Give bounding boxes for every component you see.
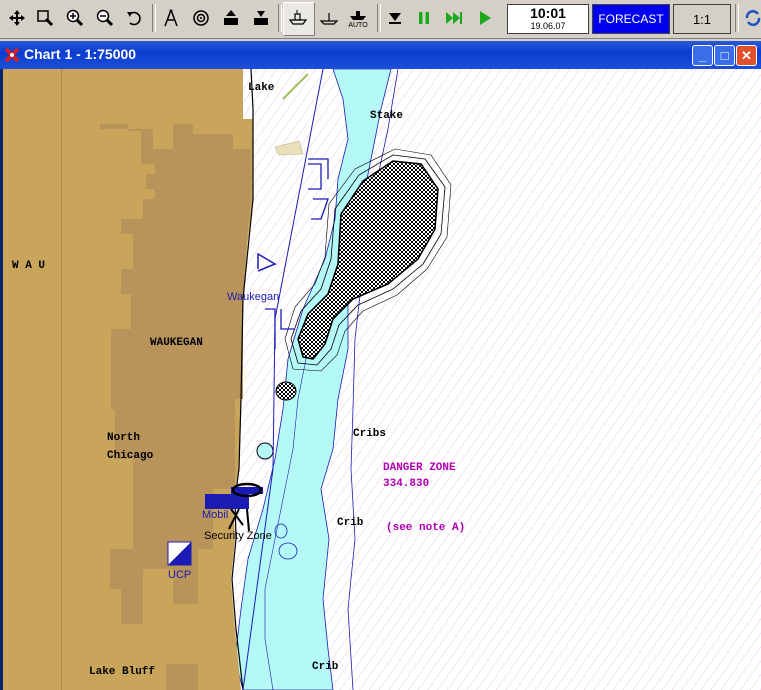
ship-mode-2-icon[interactable] <box>316 5 342 31</box>
label-lake-top: Lake <box>248 82 275 94</box>
toolbar-separator <box>377 4 381 32</box>
stop-icon[interactable] <box>382 5 408 31</box>
time-scale-button[interactable]: 1:1 <box>673 4 731 34</box>
fast-forward-icon[interactable] <box>441 5 467 31</box>
time-display: 10:01 19.06.07 <box>507 4 589 34</box>
target-icon[interactable] <box>188 5 214 31</box>
pause-icon[interactable] <box>411 5 437 31</box>
label-waukegan-area: WAUKEGAN <box>150 337 203 349</box>
label-cribs: Cribs <box>353 428 387 440</box>
window-titlebar[interactable]: Chart 1 - 1:75000 _ □ ✕ <box>0 41 761 69</box>
label-security-zone: Security Zone <box>204 530 272 542</box>
label-wau: W A U <box>12 260 46 272</box>
chart-canvas <box>3 69 761 690</box>
small-shoal <box>256 442 274 460</box>
urban-area-south <box>166 664 198 690</box>
toolbar: AUTO 10:01 19.06.07 FORECAST 1:1 <box>0 0 761 39</box>
zoom-in-icon[interactable] <box>62 5 88 31</box>
refresh-icon[interactable] <box>740 5 761 31</box>
close-button[interactable]: ✕ <box>736 45 757 66</box>
forecast-button[interactable]: FORECAST <box>592 4 670 34</box>
label-waukegan-town: Waukegan <box>227 291 280 303</box>
label-north: North <box>107 432 141 444</box>
time-text: 10:01 <box>530 5 566 21</box>
move-tool-icon[interactable] <box>4 5 30 31</box>
label-chicago: Chicago <box>107 450 154 462</box>
label-ucp: UCP <box>168 569 192 581</box>
label-stake: Stake <box>370 110 404 122</box>
label-mobil: Mobil <box>202 509 229 521</box>
undo-icon[interactable] <box>122 5 148 31</box>
toolbar-separator <box>735 4 739 32</box>
chart-app-icon <box>4 47 20 63</box>
toolbar-separator <box>278 4 282 32</box>
minimize-button[interactable]: _ <box>692 45 713 66</box>
toolbar-separator <box>152 4 156 32</box>
play-icon[interactable] <box>472 5 498 31</box>
chart-window: Chart 1 - 1:75000 _ □ ✕ Lake Stake W A U… <box>0 41 761 690</box>
ship-auto-icon[interactable]: AUTO <box>345 5 371 31</box>
maximize-button[interactable]: □ <box>714 45 735 66</box>
date-text: 19.06.07 <box>530 21 566 31</box>
label-crib-bottom: Crib <box>312 661 339 673</box>
nautical-chart[interactable]: Lake Stake W A U Waukegan WAUKEGAN North… <box>3 69 761 690</box>
label-see-note: (see note A) <box>386 522 466 534</box>
ship-up-icon[interactable] <box>218 5 244 31</box>
ship-load-icon[interactable] <box>248 5 274 31</box>
auto-label: AUTO <box>348 21 368 29</box>
label-danger-zone: DANGER ZONE <box>383 462 456 474</box>
small-shoal <box>275 381 297 401</box>
zoom-window-icon[interactable] <box>32 5 58 31</box>
label-lake-bluff: Lake Bluff <box>89 666 156 678</box>
window-title: Chart 1 - 1:75000 <box>24 46 137 62</box>
compass-icon[interactable] <box>158 5 184 31</box>
zoom-out-icon[interactable] <box>92 5 118 31</box>
ship-mode-1-icon[interactable] <box>285 5 311 31</box>
label-danger-code: 334.830 <box>383 478 430 490</box>
label-crib-mid: Crib <box>337 517 364 529</box>
